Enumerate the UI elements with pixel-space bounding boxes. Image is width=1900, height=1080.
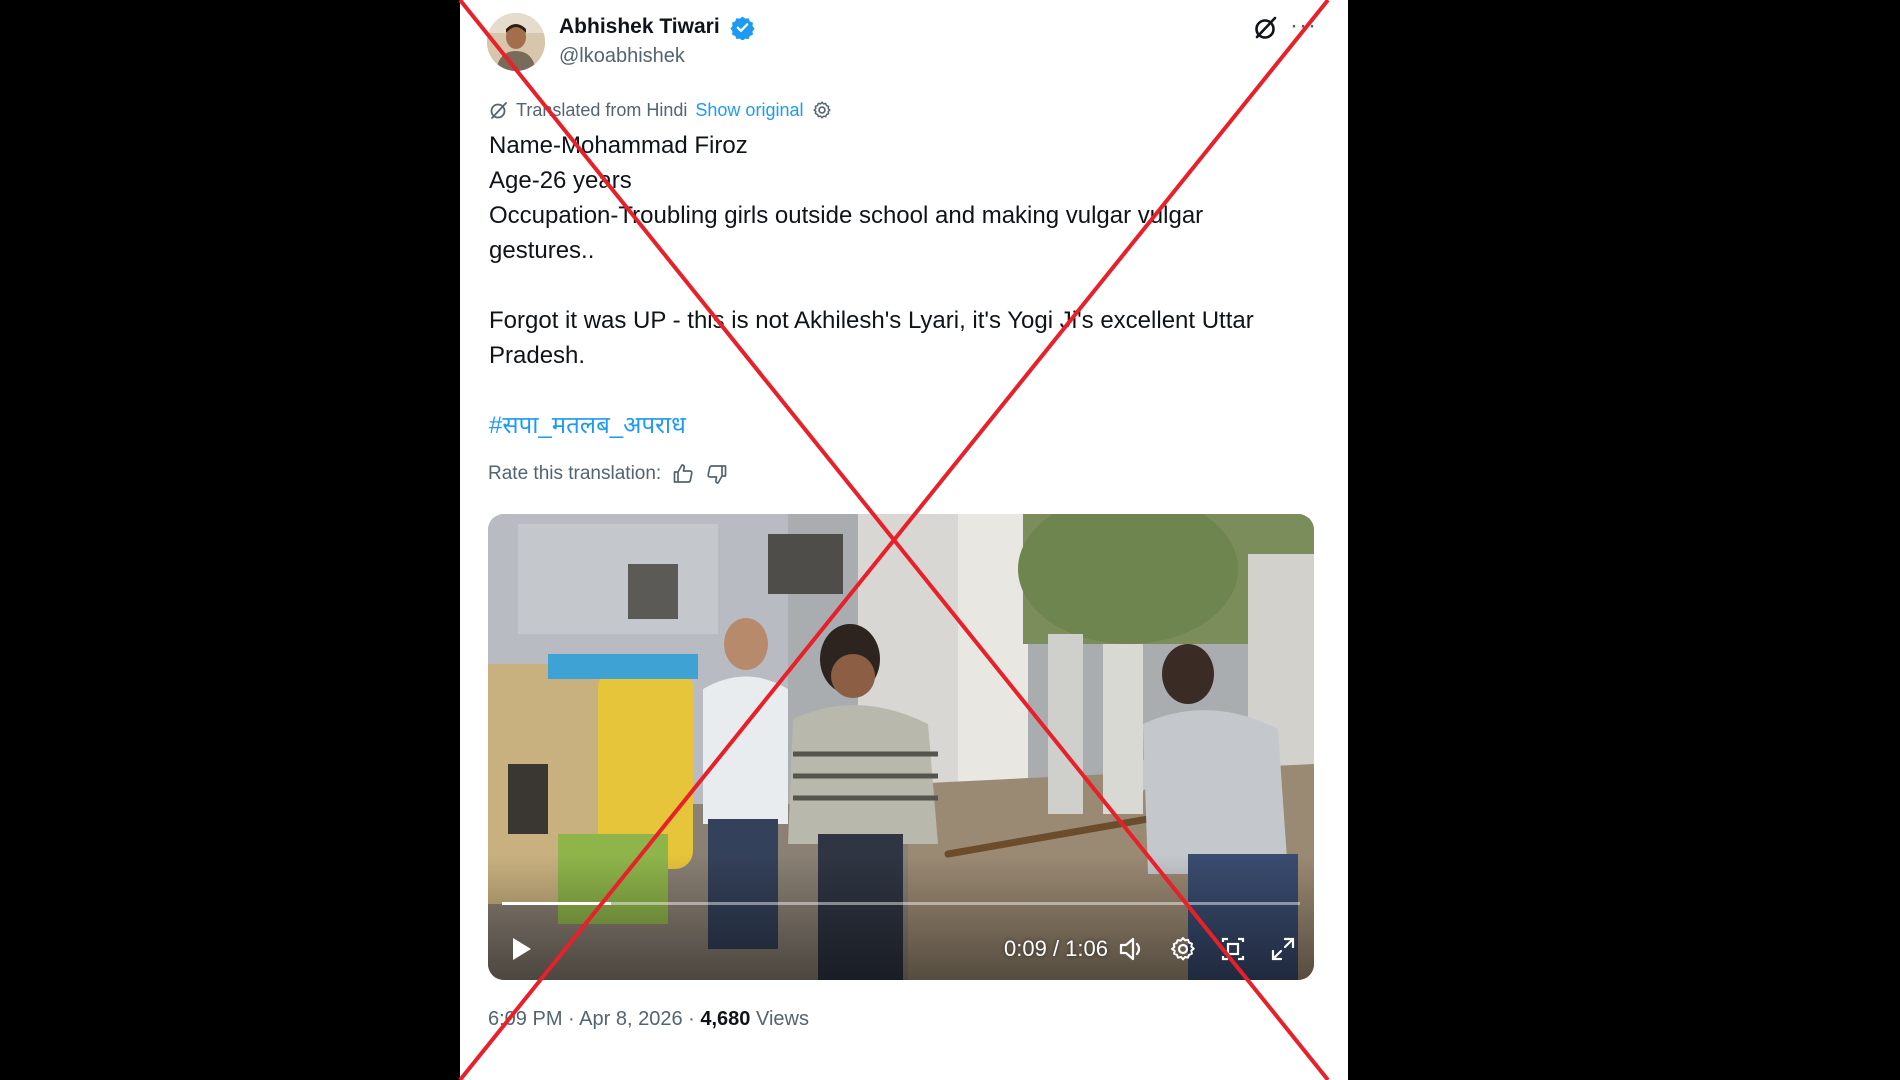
tweet-text: Name-Mohammad Firoz Age-26 years Occupat… xyxy=(489,128,1319,443)
translation-bar: Translated from Hindi Show original xyxy=(488,96,833,124)
tweet-header: Abhishek Tiwari @lkoabhishek ··· xyxy=(460,0,1348,86)
avatar[interactable] xyxy=(487,13,545,71)
volume-icon[interactable] xyxy=(1116,934,1146,964)
tweet-line: Name-Mohammad Firoz xyxy=(489,132,748,159)
rate-translation-bar: Rate this translation: xyxy=(488,462,729,486)
tweet-time[interactable]: 6:09 PM xyxy=(488,1008,562,1030)
meta-separator: · xyxy=(682,1008,701,1030)
video-progress-fill xyxy=(502,902,611,905)
tweet-card: Abhishek Tiwari @lkoabhishek ··· Transla… xyxy=(460,0,1348,1080)
tweet-line: Pradesh. xyxy=(489,342,586,369)
play-icon[interactable] xyxy=(506,934,536,964)
author-handle[interactable]: @lkoabhishek xyxy=(559,45,685,68)
thumbs-down-icon[interactable] xyxy=(705,462,729,486)
author-name[interactable]: Abhishek Tiwari xyxy=(559,15,720,39)
meta-separator: · xyxy=(562,1008,580,1030)
settings-icon[interactable] xyxy=(811,99,833,121)
translate-icon xyxy=(490,102,507,119)
translated-label: Translated from Hindi xyxy=(516,99,688,120)
tweet-line: Age-26 years xyxy=(489,167,632,194)
rate-label: Rate this translation: xyxy=(488,463,662,484)
tweet-line: gestures.. xyxy=(489,237,595,264)
views-count: 4,680 xyxy=(700,1008,751,1030)
tweet-line: Forgot it was UP - this is not Akhilesh'… xyxy=(489,307,1254,334)
gear-icon[interactable] xyxy=(1168,934,1198,964)
verified-badge-icon xyxy=(730,16,755,40)
thumbs-up-icon[interactable] xyxy=(671,462,695,486)
views-label: Views xyxy=(755,1008,809,1030)
video-frame-image xyxy=(488,514,1314,980)
video-player[interactable]: 0:09 / 1:06 xyxy=(488,514,1314,980)
tweet-date[interactable]: Apr 8, 2026 xyxy=(579,1008,682,1030)
fullscreen-icon[interactable] xyxy=(1268,934,1298,964)
tweet-meta: 6:09 PM · Apr 8, 2026 · 4,680 Views xyxy=(488,1008,809,1031)
more-icon[interactable]: ··· xyxy=(1290,10,1330,42)
tweet-line: Occupation-Troubling girls outside schoo… xyxy=(489,202,1204,229)
video-time: 0:09 / 1:06 xyxy=(1004,936,1108,961)
show-original-link[interactable]: Show original xyxy=(695,100,803,121)
hashtag-link[interactable]: #सपा_मतलब_अपराध xyxy=(489,408,1319,443)
video-progress-bar[interactable] xyxy=(502,902,1300,905)
grok-icon[interactable] xyxy=(1252,14,1280,42)
picture-in-picture-icon[interactable] xyxy=(1218,934,1248,964)
